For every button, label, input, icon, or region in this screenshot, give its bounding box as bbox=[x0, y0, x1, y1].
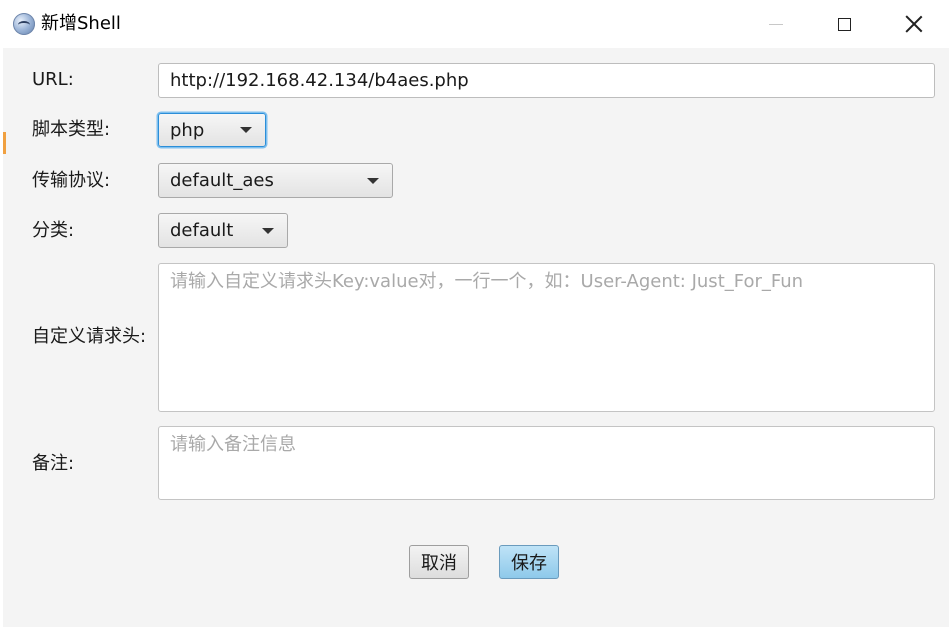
maximize-button[interactable] bbox=[809, 0, 879, 48]
chevron-down-icon bbox=[240, 127, 252, 133]
maximize-icon bbox=[837, 17, 851, 31]
remark-textarea[interactable]: 请输入备注信息 bbox=[158, 426, 935, 500]
script-type-label: 脚本类型: bbox=[32, 119, 111, 140]
url-input[interactable]: http://192.168.42.134/b4aes.php bbox=[158, 63, 935, 98]
headers-textarea[interactable]: 请输入自定义请求头Key:value对，一行一个，如：User-Agent: J… bbox=[158, 263, 935, 412]
close-button[interactable] bbox=[879, 0, 949, 48]
edge-accent bbox=[3, 132, 6, 154]
cancel-button[interactable]: 取消 bbox=[409, 545, 469, 579]
url-label: URL: bbox=[32, 69, 74, 90]
app-icon bbox=[13, 13, 35, 35]
script-type-select[interactable]: php bbox=[158, 113, 266, 147]
minimize-icon bbox=[769, 23, 783, 25]
remark-label: 备注: bbox=[32, 453, 75, 474]
script-type-value: php bbox=[170, 119, 205, 141]
form-panel: URL: http://192.168.42.134/b4aes.php 脚本类… bbox=[3, 48, 949, 627]
category-select[interactable]: default bbox=[158, 213, 288, 248]
protocol-label: 传输协议: bbox=[32, 170, 111, 191]
window-title: 新增Shell bbox=[41, 13, 121, 34]
add-shell-dialog: 新增Shell URL: http://192.168.42.134/b4aes… bbox=[0, 0, 949, 627]
chevron-down-icon bbox=[367, 177, 379, 184]
chevron-down-icon bbox=[262, 227, 274, 234]
category-value: default bbox=[170, 220, 234, 241]
category-label: 分类: bbox=[32, 220, 75, 241]
close-icon bbox=[905, 15, 923, 33]
save-button[interactable]: 保存 bbox=[499, 545, 559, 579]
headers-label: 自定义请求头: bbox=[32, 326, 147, 347]
protocol-value: default_aes bbox=[170, 170, 274, 191]
minimize-button[interactable] bbox=[741, 0, 811, 48]
protocol-select[interactable]: default_aes bbox=[158, 163, 393, 198]
title-bar[interactable]: 新增Shell bbox=[0, 0, 949, 48]
